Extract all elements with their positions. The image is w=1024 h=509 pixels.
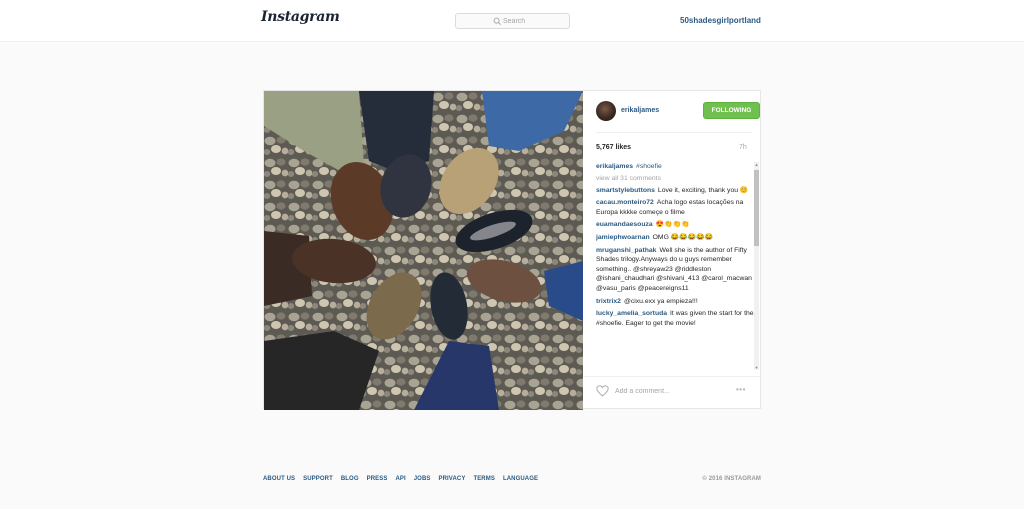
comments-scrollbar[interactable]: ▲ ▼: [754, 162, 759, 370]
footer-link-language[interactable]: LANGUAGE: [503, 476, 538, 482]
comment-text: Love it, exciting, thank you 😊: [657, 186, 749, 194]
comments-list[interactable]: erikaljames #shoefie view all 31 comments…: [596, 162, 756, 370]
comment-text: 😍👏👏👏: [655, 221, 690, 229]
scroll-down-arrow-icon[interactable]: ▼: [754, 365, 759, 370]
copyright: © 2016 INSTAGRAM: [702, 476, 761, 482]
footer-link-press[interactable]: PRESS: [367, 476, 388, 482]
post-card: erikaljames FOLLOWING 5,767 likes 7h eri…: [263, 90, 762, 410]
footer-link-privacy[interactable]: PRIVACY: [439, 476, 466, 482]
search-box[interactable]: [455, 13, 570, 29]
footer-link-support[interactable]: SUPPORT: [303, 476, 333, 482]
following-button[interactable]: FOLLOWING: [703, 102, 760, 119]
scrollbar-thumb[interactable]: [754, 170, 759, 246]
post-author-name[interactable]: erikaljames: [621, 107, 659, 114]
comment-author[interactable]: lucky_amelia_sortuda: [596, 310, 667, 317]
post-header: erikaljames FOLLOWING: [596, 100, 760, 124]
comment-item: mruganshi_pathak Well she is the author o…: [596, 246, 756, 294]
caption: erikaljames #shoefie: [596, 162, 756, 172]
comment-item: smartstylebuttons Love it, exciting, than…: [596, 186, 756, 196]
comment-item: cacau.monteiro72 Acha logo estas locações…: [596, 198, 756, 217]
post-sidebar: erikaljames FOLLOWING 5,767 likes 7h eri…: [584, 91, 762, 410]
add-comment-input[interactable]: [615, 385, 725, 397]
comment-author[interactable]: mruganshi_pathak: [596, 247, 656, 254]
footer-link-blog[interactable]: BLOG: [341, 476, 359, 482]
comment-item: jamiephwoarnan OMG 😂😂😂😂😂: [596, 233, 756, 243]
more-options-icon[interactable]: •••: [736, 386, 746, 394]
comment-item: lucky_amelia_sortuda It was given the sta…: [596, 309, 756, 328]
profile-username-link[interactable]: 50shadesgirlportland: [680, 16, 761, 25]
footer-link-terms[interactable]: TERMS: [473, 476, 495, 482]
caption-text[interactable]: #shoefie: [636, 163, 662, 170]
footer-link-api[interactable]: API: [395, 476, 405, 482]
comment-text: @cixu.exx ya empieza!!!: [623, 297, 698, 305]
divider: [596, 132, 752, 133]
search-input[interactable]: [503, 15, 565, 27]
heart-icon[interactable]: [596, 385, 609, 397]
top-navigation-bar: Instagram 50shadesgirlportland: [0, 0, 1024, 42]
scroll-up-arrow-icon[interactable]: ▲: [754, 162, 759, 167]
footer: ABOUT US SUPPORT BLOG PRESS API JOBS PRI…: [263, 476, 761, 486]
divider: [584, 376, 762, 377]
caption-author[interactable]: erikaljames: [596, 163, 633, 170]
shoefie-photo-illustration: [264, 91, 583, 410]
view-all-comments-link[interactable]: view all 31 comments: [596, 175, 756, 182]
post-photo[interactable]: [264, 91, 583, 410]
comment-author[interactable]: smartstylebuttons: [596, 187, 655, 194]
comment-text: OMG 😂😂😂😂😂: [652, 233, 714, 241]
comment-item: trixtrix2 @cixu.exx ya empieza!!!: [596, 297, 756, 307]
footer-links: ABOUT US SUPPORT BLOG PRESS API JOBS PRI…: [263, 476, 546, 482]
footer-link-jobs[interactable]: JOBS: [414, 476, 431, 482]
comment-author[interactable]: jamiephwoarnan: [596, 234, 650, 241]
footer-link-about-us[interactable]: ABOUT US: [263, 476, 295, 482]
instagram-logo[interactable]: Instagram: [261, 9, 340, 25]
comment-item: euamandaesouza 😍👏👏👏: [596, 220, 756, 230]
comment-author[interactable]: euamandaesouza: [596, 221, 653, 228]
search-icon: [493, 17, 502, 26]
post-time[interactable]: 7h: [739, 144, 747, 151]
comment-author[interactable]: trixtrix2: [596, 298, 621, 305]
likes-count[interactable]: 5,767 likes: [596, 144, 631, 151]
comment-author[interactable]: cacau.monteiro72: [596, 199, 654, 206]
avatar[interactable]: [596, 101, 616, 121]
